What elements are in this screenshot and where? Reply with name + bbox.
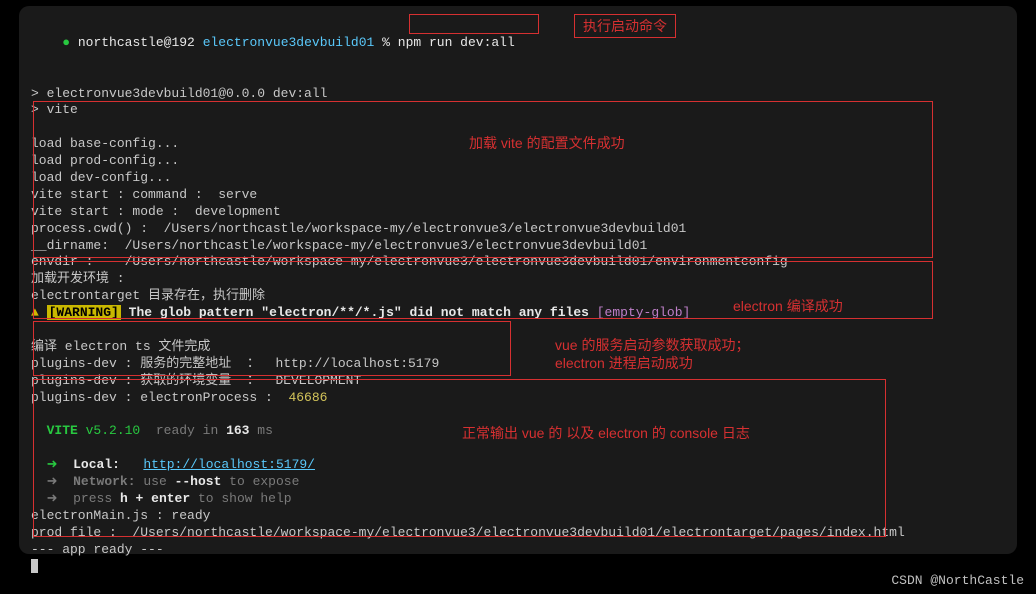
- network-label: Network:: [73, 474, 135, 489]
- help-key: h + enter: [120, 491, 190, 506]
- envdir-line: envdir : /Users/northcastle/workspace-my…: [31, 254, 1005, 271]
- prompt-cwd: electronvue3devbuild01: [203, 35, 375, 50]
- local-label: Local:: [73, 457, 120, 472]
- annotation-vue-params-line1: vue 的服务启动参数获取成功；: [555, 336, 749, 354]
- network-hint-post: to expose: [221, 474, 299, 489]
- prompt-symbol: %: [382, 35, 390, 50]
- vite-start-mode: vite start : mode : development: [31, 204, 1005, 221]
- plugins-dev-url-line: plugins-dev : 服务的完整地址 ： http://localhost…: [31, 356, 1005, 373]
- plugin-url-value: http://localhost:5179: [275, 356, 439, 371]
- dirname-line: __dirname: /Users/northcastle/workspace-…: [31, 238, 1005, 255]
- prompt-bullet-icon: ●: [62, 35, 70, 50]
- blank-line: [31, 440, 1005, 457]
- help-pre: press: [73, 491, 120, 506]
- load-prod-config: load prod-config...: [31, 153, 1005, 170]
- warning-line: ▲ [WARNING] The glob pattern "electron/*…: [31, 305, 1005, 322]
- plugins-dev-env-line: plugins-dev : 获取的环境变量 ： DEVELOPMENT: [31, 373, 1005, 390]
- annotation-config-load: 加载 vite 的配置文件成功: [469, 134, 625, 152]
- npm-script-line1: > electronvue3devbuild01@0.0.0 dev:all: [31, 86, 1005, 103]
- network-line: ➜ Network: use --host to expose: [31, 474, 1005, 491]
- cursor-icon: [31, 559, 38, 573]
- vite-ready-text: ready in: [140, 423, 226, 438]
- load-dev-config: load dev-config...: [31, 170, 1005, 187]
- plugin-label: plugins-dev : 获取的环境变量 ：: [31, 373, 275, 388]
- vite-version: v5.2.10: [78, 423, 140, 438]
- vite-ms-suffix: ms: [249, 423, 272, 438]
- app-ready-line: --- app ready ---: [31, 542, 1005, 559]
- warning-message: The glob pattern "electron/**/*.js" did …: [121, 305, 589, 320]
- watermark-text: CSDN @NorthCastle: [891, 573, 1024, 588]
- local-url-line: ➜ Local: http://localhost:5179/: [31, 457, 1005, 474]
- annotation-electron-compile: electron 编译成功: [733, 297, 843, 315]
- annotation-console-log: 正常输出 vue 的 以及 electron 的 console 日志: [462, 424, 750, 442]
- plugin-label: plugins-dev : electronProcess :: [31, 390, 288, 405]
- annotation-electron-process: electron 进程启动成功: [555, 354, 693, 372]
- help-post: to show help: [190, 491, 291, 506]
- vite-label: VITE: [47, 423, 78, 438]
- cursor-line[interactable]: [31, 559, 1005, 576]
- electron-main-ready-line: electronMain.js : ready: [31, 508, 1005, 525]
- network-hint-pre: use: [136, 474, 175, 489]
- electrontarget-line: electrontarget 目录存在，执行删除: [31, 288, 1005, 305]
- npm-script-line2: > vite: [31, 102, 1005, 119]
- arrow-icon: ➜: [47, 474, 58, 489]
- local-url[interactable]: http://localhost:5179/: [143, 457, 315, 472]
- warning-tag: [WARNING]: [47, 305, 121, 320]
- plugin-env-value: DEVELOPMENT: [275, 373, 361, 388]
- vite-start-command: vite start : command : serve: [31, 187, 1005, 204]
- blank-line: [31, 322, 1005, 339]
- arrow-icon: ➜: [47, 457, 58, 472]
- annotation-command: 执行启动命令: [574, 14, 676, 38]
- prod-file-line: prod file : /Users/northcastle/workspace…: [31, 525, 1005, 542]
- load-env-cn: 加载开发环境 :: [31, 271, 1005, 288]
- warning-suffix: [empty-glob]: [589, 305, 690, 320]
- blank-line: [31, 406, 1005, 423]
- compile-ts-line: 编译 electron ts 文件完成: [31, 339, 1005, 356]
- blank-line: [31, 69, 1005, 86]
- vite-ready-ms: 163: [226, 423, 249, 438]
- plugins-dev-pid-line: plugins-dev : electronProcess : 46686: [31, 390, 1005, 407]
- network-flag: --host: [175, 474, 222, 489]
- plugin-pid-value: 46686: [288, 390, 327, 405]
- prompt-line[interactable]: ● northcastle@192 electronvue3devbuild01…: [31, 18, 1005, 69]
- typed-command: npm run dev:all: [398, 35, 515, 50]
- arrow-icon: ➜: [47, 491, 58, 506]
- plugin-label: plugins-dev : 服务的完整地址 ：: [31, 356, 275, 371]
- prompt-userhost: northcastle@192: [78, 35, 195, 50]
- terminal-window: ● northcastle@192 electronvue3devbuild01…: [19, 6, 1017, 554]
- help-line: ➜ press h + enter to show help: [31, 491, 1005, 508]
- process-cwd-line: process.cwd() : /Users/northcastle/works…: [31, 221, 1005, 238]
- warning-icon: ▲: [31, 305, 39, 320]
